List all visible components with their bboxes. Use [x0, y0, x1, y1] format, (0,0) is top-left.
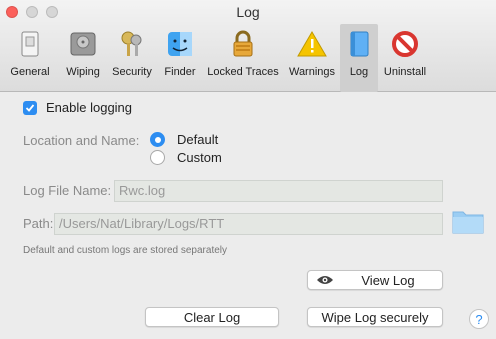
hard-drive-icon — [70, 32, 96, 56]
radio-default-row[interactable]: Default — [150, 132, 218, 147]
radio-custom-row[interactable]: Custom — [150, 150, 222, 165]
enable-logging-row: Enable logging — [23, 100, 132, 115]
tab-general[interactable]: General — [0, 24, 60, 92]
folder-icon[interactable] — [452, 208, 484, 234]
prohibited-icon — [392, 31, 418, 57]
location-label-row: Location and Name: — [23, 133, 139, 148]
eye-icon — [317, 276, 333, 284]
log-settings-panel: Enable logging Location and Name: Defaul… — [0, 92, 496, 339]
enable-logging-label: Enable logging — [46, 100, 133, 115]
logs-note: Default and custom logs are stored separ… — [23, 245, 227, 256]
wipe-log-securely-button[interactable]: Wipe Log securely — [307, 307, 443, 327]
path-label-row: Path: — [23, 216, 53, 231]
note-row: Default and custom logs are stored separ… — [23, 245, 227, 256]
tab-finder[interactable]: Finder — [158, 24, 202, 92]
radio-custom[interactable] — [150, 150, 165, 165]
tab-security[interactable]: Security — [106, 24, 158, 92]
preferences-toolbar: General Wiping Security Finder Locked Tr… — [0, 24, 496, 92]
checkmark-icon — [25, 103, 35, 112]
tab-log[interactable]: Log — [340, 24, 378, 92]
window-title: Log — [236, 4, 260, 20]
tab-locked-traces[interactable]: Locked Traces — [202, 24, 284, 92]
clear-log-button[interactable]: Clear Log — [145, 307, 279, 327]
log-file-label: Log File Name: — [23, 183, 112, 198]
tab-uninstall[interactable]: Uninstall — [378, 24, 432, 92]
warning-icon — [297, 31, 327, 57]
path-field[interactable]: /Users/Nat/Library/Logs/RTT — [54, 213, 443, 235]
radio-default-label: Default — [177, 132, 219, 147]
view-log-button[interactable]: View Log — [307, 270, 443, 290]
path-label: Path: — [23, 216, 54, 231]
tab-wiping[interactable]: Wiping — [60, 24, 106, 92]
general-prefs-icon — [21, 31, 39, 57]
radio-default[interactable] — [150, 132, 165, 147]
tab-warnings[interactable]: Warnings — [284, 24, 340, 92]
view-log-label: View Log — [361, 272, 415, 288]
finder-icon — [168, 32, 192, 56]
enable-logging-checkbox[interactable] — [23, 100, 37, 115]
location-label: Location and Name: — [23, 133, 140, 148]
radio-custom-label: Custom — [177, 150, 222, 165]
title-bar: Log General Wiping Security Finder Locke… — [0, 0, 496, 92]
log-file-name-field[interactable]: Rwc.log — [114, 180, 443, 202]
preferences-window: Log General Wiping Security Finder Locke… — [0, 0, 496, 339]
log-file-label-row: Log File Name: — [23, 183, 111, 198]
keys-icon — [121, 31, 142, 56]
log-icon — [350, 31, 369, 57]
help-button[interactable]: ? — [469, 309, 489, 329]
padlock-icon — [233, 30, 253, 57]
